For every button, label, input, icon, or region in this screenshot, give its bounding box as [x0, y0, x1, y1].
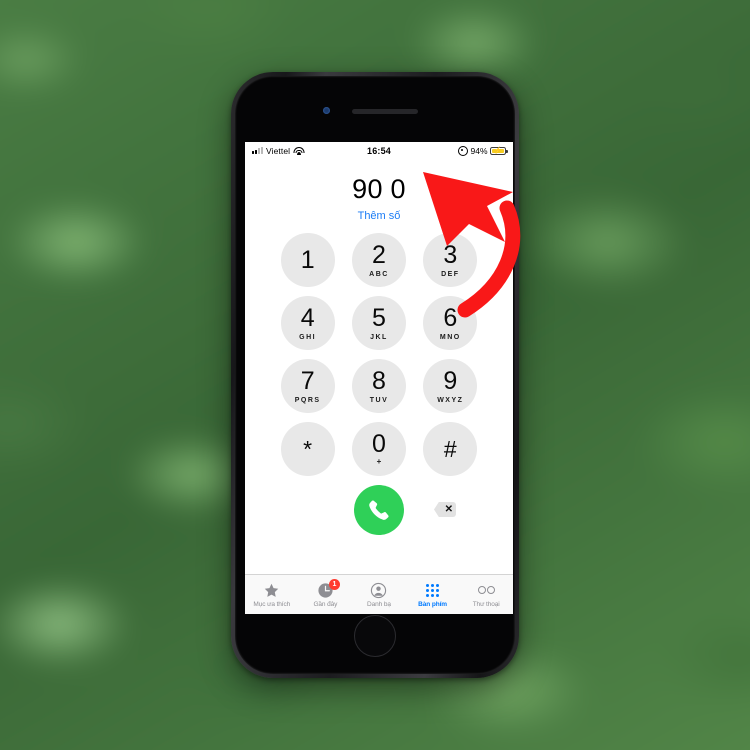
tab-recents[interactable]: 1 Gần đây	[299, 575, 353, 614]
key-letters: GHI	[299, 333, 317, 341]
keypad-icon	[426, 581, 440, 599]
earpiece-speaker-icon	[352, 109, 418, 114]
key-digit: 8	[372, 366, 386, 395]
key-star[interactable]: *	[280, 422, 335, 476]
status-bar: Viettel 16:54 94% ⚡	[245, 142, 513, 159]
home-button[interactable]	[354, 615, 396, 657]
key-digit: 3	[443, 240, 458, 269]
star-icon	[263, 581, 280, 599]
tab-keypad[interactable]: Bàn phím	[406, 575, 460, 614]
tab-voicemail[interactable]: Thư thoại	[459, 575, 513, 614]
key-letters: ABC	[369, 270, 389, 278]
number-display-area: 90 0 Thêm số	[245, 159, 513, 223]
recents-badge: 1	[328, 579, 340, 590]
tab-label: Danh bạ	[367, 601, 391, 608]
tab-contacts[interactable]: Danh bạ	[352, 575, 406, 614]
key-digit: 0	[372, 430, 386, 458]
key-digit: 2	[372, 240, 386, 269]
add-number-link[interactable]: Thêm số	[245, 210, 513, 222]
key-5[interactable]: 5 JKL	[351, 296, 406, 350]
phone-device-frame: Viettel 16:54 94% ⚡ 90 0 Thêm số 1 2 ABC…	[231, 72, 519, 678]
key-digit: 1	[300, 245, 315, 274]
carrier-label: Viettel	[266, 145, 291, 156]
key-1[interactable]: 1	[280, 233, 335, 287]
key-letters: DEF	[441, 270, 460, 278]
key-digit: 5	[372, 303, 386, 332]
key-2[interactable]: 2 ABC	[351, 233, 406, 287]
key-digit: 4	[300, 303, 315, 332]
key-digit: *	[303, 435, 313, 462]
screenshot-stage: Viettel 16:54 94% ⚡ 90 0 Thêm số 1 2 ABC…	[0, 0, 750, 750]
status-bar-left: Viettel	[252, 145, 305, 156]
wifi-icon	[293, 147, 305, 155]
dialer-keypad: 1 2 ABC 3 DEF 4 GHI 5 JKL 6 MNO 7 PQRS 8…	[272, 233, 486, 476]
key-9[interactable]: 9 WXYZ	[423, 359, 478, 413]
key-digit: 7	[300, 366, 315, 395]
tab-label: Thư thoại	[472, 601, 500, 608]
tab-bar: Mục ưa thích 1 Gần đây Danh bạ Bàn phím …	[245, 574, 513, 614]
tab-label: Mục ưa thích	[253, 601, 291, 608]
key-digit: 6	[443, 303, 458, 332]
cellular-signal-icon	[252, 147, 263, 154]
key-plus: +	[376, 457, 382, 466]
key-letters: MNO	[439, 333, 461, 341]
tab-label: Bàn phím	[418, 601, 447, 608]
key-digit: #	[443, 435, 457, 462]
phone-bezel: Viettel 16:54 94% ⚡ 90 0 Thêm số 1 2 ABC…	[235, 76, 515, 674]
key-digit: 9	[443, 366, 458, 395]
key-letters: TUV	[369, 396, 389, 404]
key-0[interactable]: 0 +	[351, 422, 406, 476]
delete-backspace-button[interactable]: ✕	[434, 502, 456, 517]
key-8[interactable]: 8 TUV	[351, 359, 406, 413]
clock-recents-icon: 1	[317, 579, 340, 599]
key-4[interactable]: 4 GHI	[280, 296, 335, 350]
battery-charging-icon: ⚡	[490, 146, 508, 155]
key-6[interactable]: 6 MNO	[423, 296, 478, 350]
phone-handset-icon	[369, 500, 389, 520]
tab-favorites[interactable]: Mục ưa thích	[245, 575, 299, 614]
call-action-row: ✕	[245, 482, 513, 540]
person-contacts-icon	[370, 581, 387, 599]
orientation-lock-icon	[457, 145, 468, 156]
front-camera-icon	[323, 107, 330, 114]
key-3[interactable]: 3 DEF	[423, 233, 478, 287]
key-7[interactable]: 7 PQRS	[280, 359, 335, 413]
key-letters: PQRS	[294, 396, 321, 404]
status-bar-right: 94% ⚡	[457, 145, 508, 156]
battery-percent-label: 94%	[470, 145, 488, 156]
key-letters: WXYZ	[437, 396, 464, 404]
call-button[interactable]	[354, 485, 404, 535]
dialed-number[interactable]: 90 0	[245, 176, 513, 203]
key-hash[interactable]: #	[423, 422, 478, 476]
key-letters: JKL	[370, 333, 388, 341]
voicemail-icon	[477, 581, 495, 599]
tab-label: Gần đây	[313, 601, 338, 608]
phone-screen: Viettel 16:54 94% ⚡ 90 0 Thêm số 1 2 ABC…	[245, 142, 513, 614]
